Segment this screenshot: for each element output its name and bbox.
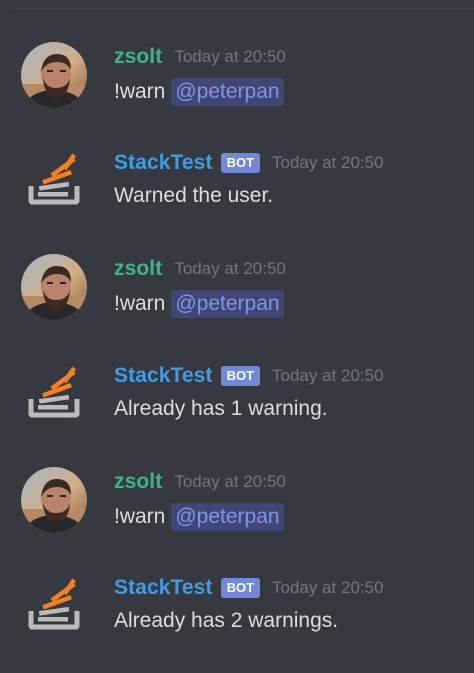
bot-avatar[interactable]: [21, 361, 87, 427]
user-avatar[interactable]: [21, 467, 87, 533]
bot-avatar[interactable]: [21, 148, 87, 214]
user-avatar[interactable]: [21, 42, 87, 108]
message-content: Warned the user.: [114, 184, 273, 208]
message-content: Already has 2 warnings.: [114, 609, 338, 633]
message-header: zsolt Today at 20:50: [114, 254, 286, 284]
message-header: zsolt Today at 20:50: [114, 42, 286, 72]
author-name[interactable]: zsolt: [114, 45, 162, 69]
message-timestamp: Today at 20:50: [272, 578, 384, 597]
message-header: StackTest BOT Today at 20:50: [114, 573, 384, 603]
message-content: Already has 1 warning.: [114, 397, 328, 421]
message-item: StackTest BOT Today at 20:50 Warned the …: [0, 148, 474, 248]
message-timestamp: Today at 20:50: [174, 259, 286, 278]
user-photo-avatar-icon: [21, 42, 87, 108]
message-content: !warn @peterpan: [114, 78, 284, 106]
message-header: zsolt Today at 20:50: [114, 467, 286, 497]
author-name[interactable]: zsolt: [114, 257, 162, 281]
message-timestamp: Today at 20:50: [272, 153, 384, 172]
stack-overflow-logo-icon: [21, 148, 87, 214]
author-name[interactable]: StackTest: [114, 364, 213, 388]
bot-badge: BOT: [220, 153, 261, 173]
message-header: StackTest BOT Today at 20:50: [114, 148, 384, 178]
message-text: Warned the user.: [114, 184, 274, 207]
user-mention[interactable]: @peterpan: [171, 503, 284, 531]
user-mention[interactable]: @peterpan: [171, 290, 284, 318]
message-item: StackTest BOT Today at 20:50 Already has…: [0, 361, 474, 461]
message-timestamp: Today at 20:50: [174, 472, 286, 491]
user-mention[interactable]: @peterpan: [171, 78, 284, 106]
top-divider: [10, 8, 474, 9]
message-content: !warn @peterpan: [114, 503, 284, 531]
message-item: zsolt Today at 20:50 !warn @peterpan: [0, 254, 474, 354]
message-text: Already has 1 warning.: [114, 397, 328, 420]
author-name[interactable]: StackTest: [114, 151, 213, 175]
message-timestamp: Today at 20:50: [272, 366, 384, 385]
message-item: zsolt Today at 20:50 !warn @peterpan: [0, 467, 474, 567]
message-text: !warn: [114, 292, 166, 315]
bot-badge: BOT: [220, 578, 261, 598]
message-header: StackTest BOT Today at 20:50: [114, 361, 384, 391]
message-timestamp: Today at 20:50: [174, 47, 286, 66]
user-avatar[interactable]: [21, 254, 87, 320]
stack-overflow-logo-icon: [21, 361, 87, 427]
bot-avatar[interactable]: [21, 573, 87, 639]
user-photo-avatar-icon: [21, 467, 87, 533]
message-item: StackTest BOT Today at 20:50 Already has…: [0, 573, 474, 673]
author-name[interactable]: StackTest: [114, 576, 213, 600]
message-content: !warn @peterpan: [114, 290, 284, 318]
message-text: !warn: [114, 505, 166, 528]
message-text: !warn: [114, 80, 166, 103]
bot-badge: BOT: [220, 366, 261, 386]
stack-overflow-logo-icon: [21, 573, 87, 639]
message-item: zsolt Today at 20:50 !warn @peterpan: [0, 42, 474, 142]
author-name[interactable]: zsolt: [114, 470, 162, 494]
message-text: Already has 2 warnings.: [114, 609, 339, 632]
user-photo-avatar-icon: [21, 254, 87, 320]
